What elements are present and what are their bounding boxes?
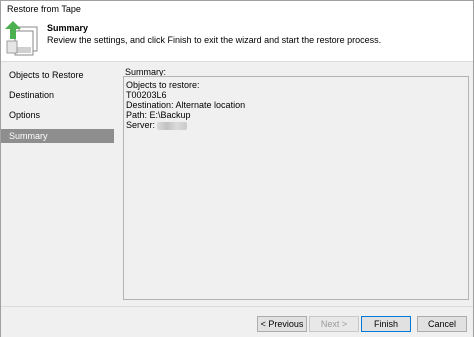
step-description: Review the settings, and click Finish to…	[47, 35, 382, 45]
summary-line-path: Path: E:\Backup	[126, 110, 191, 120]
step-summary[interactable]: Summary	[1, 129, 114, 143]
step-options[interactable]: Options	[1, 108, 114, 122]
previous-button[interactable]: < Previous	[257, 316, 307, 332]
step-destination[interactable]: Destination	[1, 88, 114, 102]
server-label: Server:	[126, 120, 156, 130]
step-objects-to-restore[interactable]: Objects to Restore	[1, 68, 114, 82]
restore-from-tape-dialog: Restore from Tape Summary Review the set…	[0, 0, 474, 337]
wizard-header: Summary Review the settings, and click F…	[1, 19, 473, 62]
summary-panel: Summary: Objects to restore: T00203L6 De…	[119, 62, 473, 306]
summary-line-destination: Destination: Alternate location	[126, 100, 246, 110]
summary-line-objects: Objects to restore:	[126, 80, 200, 90]
summary-line-tape: T00203L6	[126, 90, 167, 100]
tape-restore-wizard-icon	[5, 21, 38, 56]
wizard-steps-nav: Objects to Restore Destination Options S…	[1, 62, 119, 306]
summary-text-area[interactable]: Objects to restore: T00203L6 Destination…	[123, 76, 469, 300]
finish-button[interactable]: Finish	[361, 316, 411, 332]
step-heading: Summary	[47, 23, 89, 33]
wizard-footer: < Previous Next > Finish Cancel	[1, 306, 473, 337]
redacted-server-name	[157, 121, 188, 130]
title-bar: Restore from Tape	[1, 1, 473, 19]
window-title: Restore from Tape	[7, 4, 81, 14]
summary-line-server: Server:	[126, 120, 466, 130]
cancel-button[interactable]: Cancel	[417, 316, 467, 332]
next-button[interactable]: Next >	[309, 316, 359, 332]
